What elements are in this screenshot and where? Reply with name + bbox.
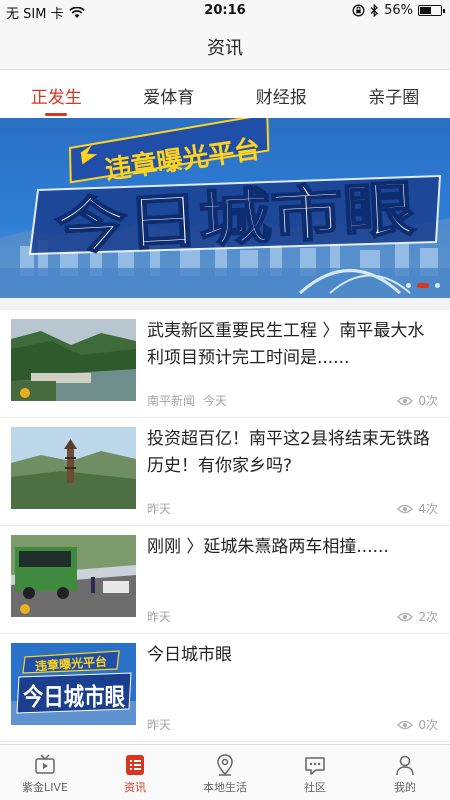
category-tabs: 正发生 爱体育 财经报 亲子圈: [0, 70, 450, 118]
bottom-tab-live[interactable]: 紫金LIVE: [0, 745, 90, 800]
news-time: 昨天: [147, 610, 172, 624]
tab-qinziquan[interactable]: 亲子圈: [338, 70, 450, 118]
list-icon: [126, 755, 144, 775]
list-item[interactable]: 刚刚 〉延城朱熹路两车相撞...... 昨天 2次: [0, 526, 450, 634]
thumb-banner-line2: 今日城市眼: [23, 683, 125, 711]
news-thumbnail: [11, 319, 136, 401]
bottom-tab-label: 我的: [394, 781, 416, 794]
news-meta: 昨天: [147, 716, 171, 733]
news-thumbnail: [11, 535, 136, 617]
carousel-dot[interactable]: [417, 283, 429, 288]
news-title: 投资超百亿！南平这2县将结束无铁路历史！有你家乡吗?: [147, 429, 430, 476]
status-bar: 无 SIM 卡 20:16 56%: [0, 0, 450, 22]
eye-icon: [397, 720, 414, 729]
news-meta: 昨天: [147, 608, 171, 625]
tab-label: 正发生: [30, 88, 82, 108]
person-icon: [396, 755, 414, 776]
bottom-tab-local[interactable]: 本地生活: [180, 745, 270, 800]
view-count: 4次: [418, 502, 438, 516]
eye-icon: [397, 612, 414, 621]
view-count: 2次: [418, 610, 438, 624]
news-time: 今天: [203, 394, 228, 408]
battery-tip: [443, 9, 445, 13]
banner-image: 违章曝光平台 今日城市眼: [0, 118, 450, 298]
tv-icon: [35, 754, 55, 774]
list-item[interactable]: 投资超百亿！南平这2县将结束无铁路历史！有你家乡吗? 昨天 4次: [0, 418, 450, 526]
nav-bar: 资讯: [0, 22, 450, 70]
bottom-tab-me[interactable]: 我的: [360, 745, 450, 800]
bottom-tab-label: 本地生活: [203, 781, 247, 794]
battery-icon: [418, 5, 445, 16]
tab-label: 财经报: [255, 88, 307, 108]
bottom-tab-bar: 紫金LIVE 资讯 本地生活 社区 我的: [0, 744, 450, 800]
news-views: 0次: [397, 392, 438, 409]
bottom-tab-news[interactable]: 资讯: [90, 745, 180, 800]
news-meta: 南平新闻 今天: [147, 392, 227, 409]
rotation-lock-icon: [352, 4, 365, 17]
battery-fill: [420, 7, 432, 14]
carousel-dot[interactable]: [435, 283, 440, 288]
news-views: 0次: [397, 716, 438, 733]
section-gap: [0, 298, 450, 310]
news-title: 今日城市眼: [147, 645, 232, 665]
status-right: 56%: [352, 3, 445, 18]
news-time: 昨天: [147, 502, 172, 516]
tab-zhengfasheng[interactable]: 正发生: [0, 70, 113, 118]
bottom-tab-label: 社区: [304, 781, 326, 794]
location-pin-icon: [217, 754, 233, 776]
bottom-tab-community[interactable]: 社区: [270, 745, 360, 800]
eye-icon: [397, 504, 414, 513]
view-count: 0次: [418, 394, 438, 408]
eye-icon: [397, 396, 414, 405]
list-item[interactable]: 违章曝光平台 今日城市眼 今日城市眼 昨天 0次: [0, 634, 450, 742]
chat-bubble-icon: [305, 757, 325, 775]
list-item[interactable]: 武夷新区重要民生工程 〉南平最大水利项目预计完工时间是...... 南平新闻 今…: [0, 310, 450, 418]
news-time: 昨天: [147, 718, 172, 732]
tab-label: 亲子圈: [368, 88, 420, 108]
news-thumbnail: 违章曝光平台 今日城市眼: [11, 643, 136, 725]
news-list: 武夷新区重要民生工程 〉南平最大水利项目预计完工时间是...... 南平新闻 今…: [0, 310, 450, 742]
banner-carousel[interactable]: 违章曝光平台 今日城市眼: [0, 118, 450, 298]
page-title: 资讯: [207, 38, 243, 59]
news-source: 南平新闻: [147, 394, 196, 408]
bottom-tab-label: 资讯: [124, 781, 146, 794]
battery-percent: 56%: [384, 3, 413, 18]
news-views: 4次: [397, 500, 438, 517]
bottom-tab-label: 紫金LIVE: [22, 781, 68, 794]
news-meta: 昨天: [147, 500, 171, 517]
carousel-dots: [406, 283, 440, 288]
news-title: 刚刚 〉延城朱熹路两车相撞......: [147, 537, 389, 557]
news-title: 武夷新区重要民生工程 〉南平最大水利项目预计完工时间是......: [147, 321, 425, 368]
bluetooth-icon: [370, 4, 379, 17]
news-thumbnail: [11, 427, 136, 509]
carousel-dot[interactable]: [406, 283, 411, 288]
tab-label: 爱体育: [143, 88, 195, 108]
tab-caijingbao[interactable]: 财经报: [225, 70, 338, 118]
view-count: 0次: [418, 718, 438, 732]
tab-aitiyu[interactable]: 爱体育: [113, 70, 226, 118]
tab-active-indicator: [45, 113, 68, 116]
news-views: 2次: [397, 608, 438, 625]
